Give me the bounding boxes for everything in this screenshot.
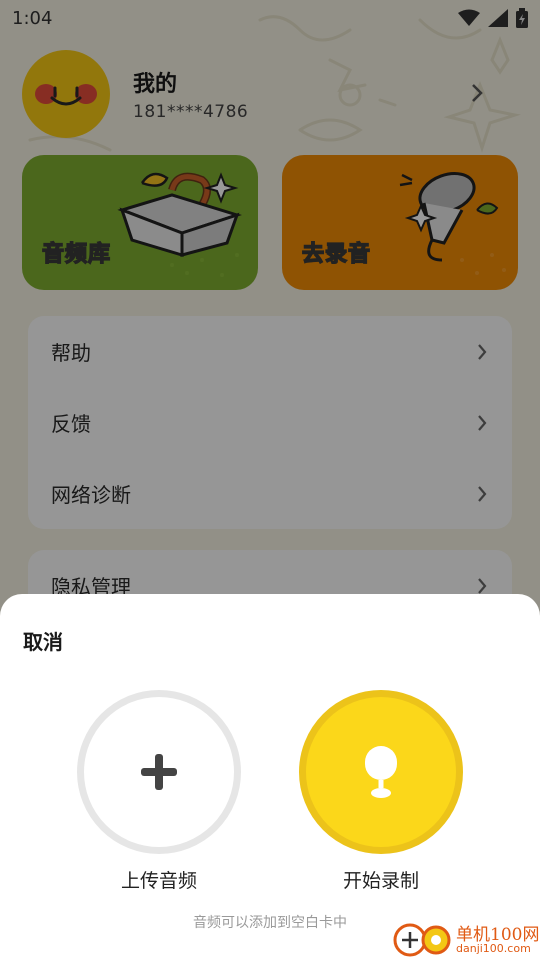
start-recording-button[interactable] bbox=[299, 690, 463, 854]
plus-icon bbox=[141, 754, 177, 790]
microphone-icon bbox=[365, 746, 397, 798]
watermark-url: danji100.com bbox=[456, 942, 531, 955]
upload-audio-label: 上传音频 bbox=[120, 870, 197, 892]
start-recording-label: 开始录制 bbox=[342, 870, 419, 892]
upload-audio-button[interactable] bbox=[77, 690, 241, 854]
bottom-sheet: 取消 上传音频 开始录制 音频可以添加到空白卡中 bbox=[0, 594, 540, 960]
cancel-button[interactable]: 取消 bbox=[23, 626, 63, 655]
watermark: 单机100网 danji100.com bbox=[392, 918, 540, 960]
watermark-logo-icon bbox=[393, 923, 451, 957]
